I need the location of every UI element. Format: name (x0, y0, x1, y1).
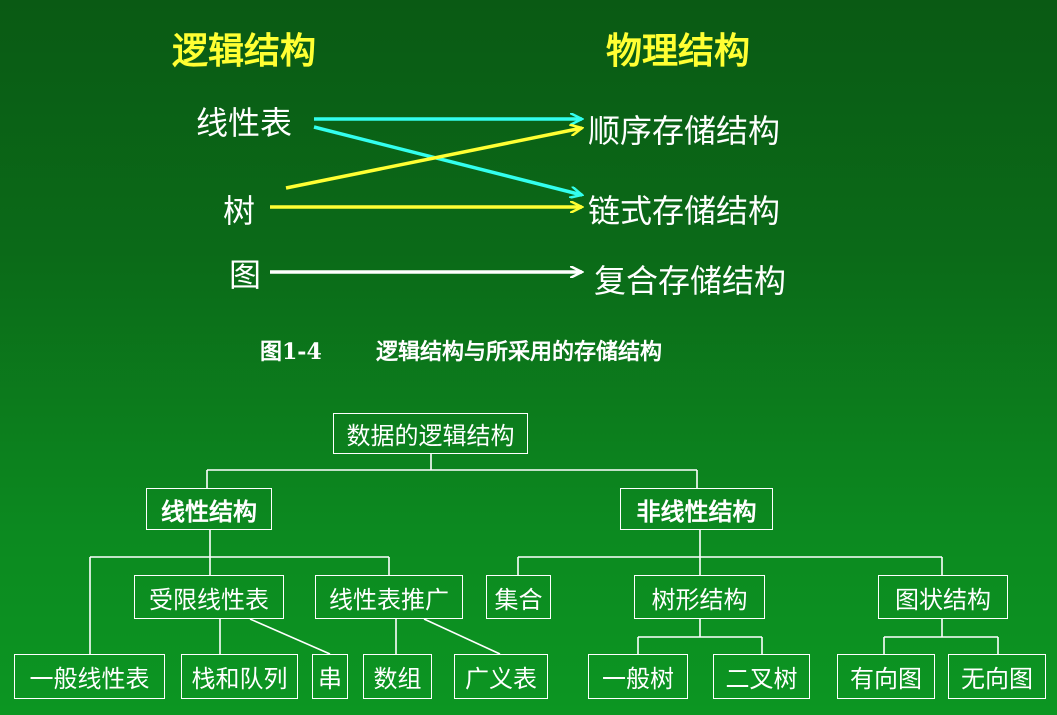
tree-node-string: 串 (312, 654, 348, 699)
tree-connectors (89, 454, 999, 655)
tree-node-graph-structure: 图状结构 (878, 575, 1008, 619)
tree-node-set: 集合 (486, 575, 551, 619)
tree-node-tree-structure: 树形结构 (634, 575, 765, 619)
tree-node-undirected-graph: 无向图 (948, 654, 1046, 699)
tree-node-generalized-linear-list: 线性表推广 (315, 575, 463, 619)
tree-node-binary-tree: 二叉树 (713, 654, 810, 699)
tree-node-stack-queue: 栈和队列 (181, 654, 298, 699)
tree-node-array: 数组 (363, 654, 432, 699)
arrow-tree-to-sequential (285, 128, 582, 190)
tree-node-restricted-linear-list: 受限线性表 (134, 575, 284, 619)
tree-node-nonlinear: 非线性结构 (620, 488, 773, 530)
tree-node-generalized-list: 广义表 (454, 654, 548, 699)
tree-node-directed-graph: 有向图 (837, 654, 935, 699)
tree-node-root: 数据的逻辑结构 (333, 413, 528, 454)
tree-node-general-linear-list: 一般线性表 (14, 654, 165, 699)
tree-node-linear: 线性结构 (146, 488, 272, 530)
tree-node-general-tree: 一般树 (588, 654, 688, 699)
